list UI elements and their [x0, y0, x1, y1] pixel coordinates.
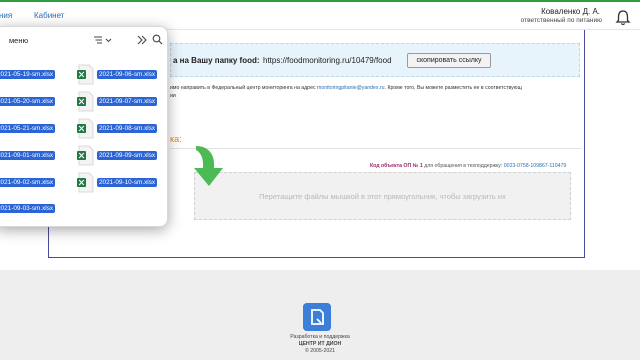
food-folder-url[interactable]: https://foodmonitoring.ru/10479/food [263, 56, 392, 65]
object-code-key: Код объекта ОП № 1 [370, 163, 423, 169]
file-item[interactable]: 2021-05-19-sm.xlsx [0, 70, 56, 79]
company-logo-icon [303, 303, 331, 331]
excel-file-icon[interactable] [77, 91, 95, 112]
monitoring-email-link[interactable]: monitoringpitanie@yandex.ru [317, 85, 385, 91]
info-paragraph: имо направить в Федеральный центр монито… [170, 84, 582, 100]
excel-file-icon[interactable] [77, 118, 95, 139]
bell-icon[interactable] [614, 9, 632, 27]
footer-company-name: ЦЕНТР ИТ ДИОН [298, 341, 342, 347]
file-item[interactable]: 2021-05-21-sm.xlsx [0, 124, 56, 133]
file-item[interactable]: 2021-09-10-sm.xlsx [97, 178, 158, 187]
user-name[interactable]: Коваленко Д. А. [541, 7, 600, 16]
list-view-icon[interactable] [93, 35, 113, 45]
footer: Разработка и поддержка ЦЕНТР ИТ ДИОН © 2… [0, 270, 640, 360]
file-item[interactable]: 2021-09-02-sm.xlsx [0, 178, 56, 187]
file-item[interactable]: 2021-09-03-sm.xlsx [0, 204, 56, 213]
nav-link-partial[interactable]: ния [0, 11, 12, 20]
file-item[interactable]: 2021-09-08-sm.xlsx [97, 124, 158, 133]
user-role: ответственный по питанию [520, 17, 602, 24]
object-code-line: Код объекта ОП № 1 для обращения в техпо… [370, 163, 566, 169]
info-text-line2: ии [170, 93, 176, 99]
excel-file-icon[interactable] [77, 172, 95, 193]
upload-divider [170, 148, 582, 149]
search-icon[interactable] [152, 34, 163, 45]
file-item[interactable]: 2021-09-09-sm.xlsx [97, 151, 158, 160]
object-code-mid: для обращения в техподдержку: [422, 163, 504, 169]
file-item[interactable]: 2021-09-06-sm.xlsx [97, 70, 158, 79]
food-folder-link-box: а на Вашу папку food: https://foodmonito… [170, 43, 580, 77]
drop-zone-hint: Перетащите файлы мышкой в этот прямоугол… [259, 192, 506, 201]
upload-section-label: ка: [170, 134, 182, 144]
chevron-double-right-icon[interactable] [136, 35, 148, 45]
footer-support-text: Разработка и поддержка [290, 334, 350, 340]
file-drop-zone[interactable]: Перетащите файлы мышкой в этот прямоугол… [194, 172, 571, 220]
excel-file-icon[interactable] [77, 145, 95, 166]
object-code-value: 0023-0758-109867-110479 [503, 163, 567, 169]
excel-file-icon[interactable] [77, 64, 95, 85]
info-text-before: имо направить в Федеральный центр монито… [170, 85, 317, 91]
food-folder-label: а на Вашу папку food: [173, 56, 260, 65]
file-item[interactable]: 2021-05-20-sm.xlsx [0, 97, 56, 106]
file-item[interactable]: 2021-09-07-sm.xlsx [97, 97, 158, 106]
file-item[interactable]: 2021-09-01-sm.xlsx [0, 151, 56, 160]
drop-arrow-icon [194, 146, 223, 186]
copy-link-button[interactable]: скопировать ссылку [407, 53, 491, 68]
nav-link-cabinet[interactable]: Кабинет [34, 11, 64, 20]
info-text-after: . Кроме того, Вы можете разместить ее в … [384, 85, 522, 91]
file-browser-panel[interactable]: меню 2021-05-19-sm.xlsx 2021-05-20-sm.xl… [0, 26, 168, 227]
panel-title: меню [9, 36, 29, 45]
footer-copyright: © 2005-2021 [304, 348, 336, 354]
